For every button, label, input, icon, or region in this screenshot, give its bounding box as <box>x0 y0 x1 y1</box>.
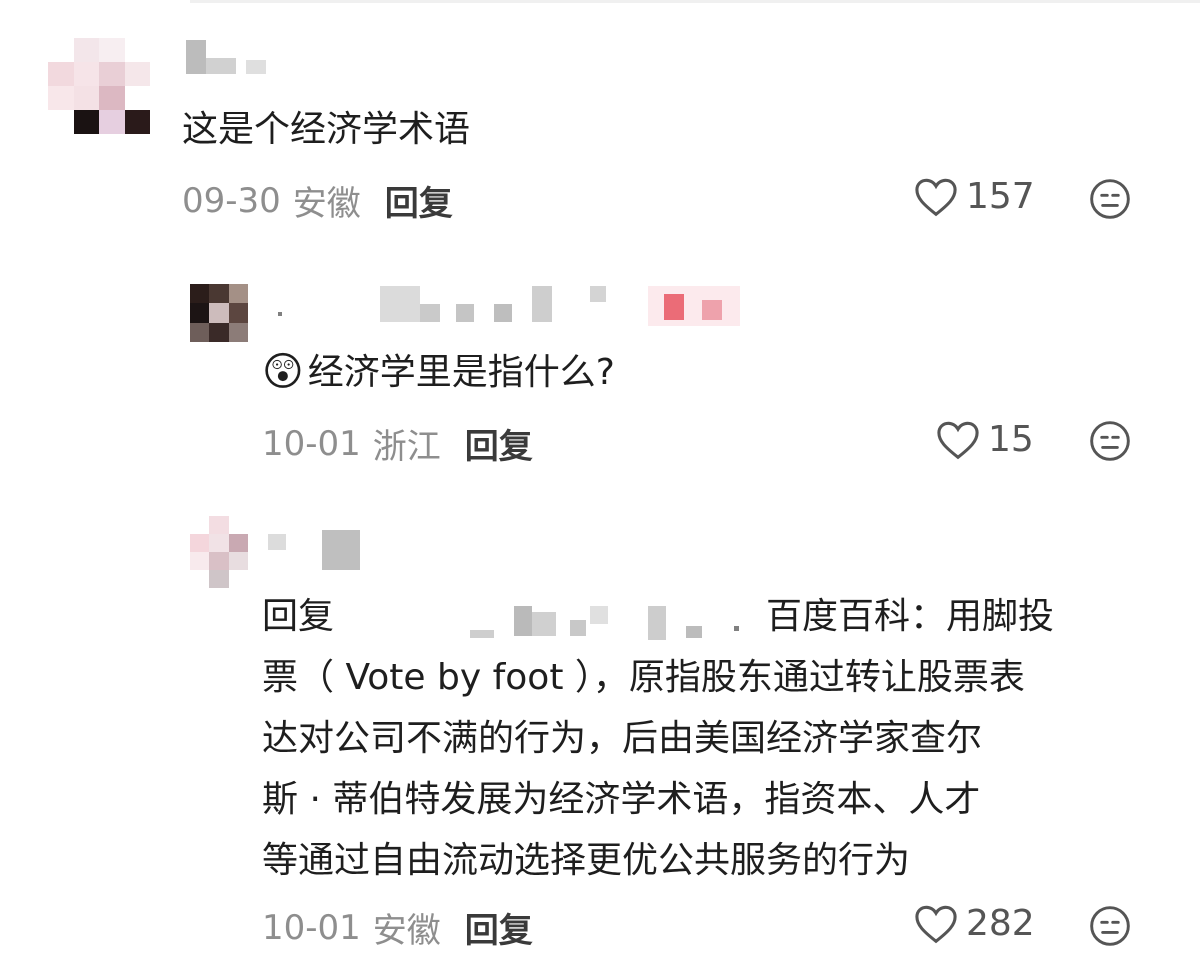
comment-text: 这是个经济学术语 <box>182 109 471 150</box>
comment-location: 浙江 <box>372 427 441 467</box>
quote-head: 百度百科：用脚投 <box>766 596 1055 637</box>
astonished-face-icon: 😲 <box>262 349 304 395</box>
top-divider <box>190 0 1200 3</box>
dislike-button[interactable] <box>1088 177 1132 225</box>
reply-prefix: 回复 <box>262 596 335 637</box>
avatar[interactable] <box>48 38 150 134</box>
comment-line: 斯 · 蒂伯特发展为经济学术语，指资本、人才 <box>262 779 981 820</box>
reply-button[interactable]: 回复 <box>465 419 533 468</box>
avatar[interactable] <box>190 516 248 588</box>
heart-outline-icon <box>915 178 957 216</box>
comment-meta: 09-30 安徽 回复 <box>182 176 453 225</box>
avatar[interactable] <box>190 284 248 342</box>
comment-date: 09-30 <box>182 180 281 221</box>
neutral-face-icon <box>1090 421 1130 461</box>
like-button[interactable]: 157 <box>914 176 1035 217</box>
comment-text: 经济学里是指什么? <box>307 352 615 393</box>
comment-meta: 10-01 浙江 回复 <box>262 419 533 468</box>
like-count: 157 <box>966 176 1035 217</box>
reply-button[interactable]: 回复 <box>385 176 453 225</box>
heart-outline-icon <box>937 421 979 459</box>
comment-text-body: 票（ Vote by foot ），原指股东通过转让股票表 达对公司不满的行为，… <box>262 647 1025 891</box>
like-button[interactable]: 282 <box>914 903 1035 944</box>
like-button[interactable]: 15 <box>936 419 1034 460</box>
reply-button[interactable]: 回复 <box>465 903 533 952</box>
comment-location: 安徽 <box>292 184 361 224</box>
dislike-button[interactable] <box>1088 419 1132 467</box>
comment-location: 安徽 <box>372 911 441 951</box>
comment-date: 10-01 <box>262 907 361 948</box>
heart-outline-icon <box>915 905 957 943</box>
comment-line: 达对公司不满的行为，后由美国经济学家查尔 <box>262 718 983 759</box>
neutral-face-icon <box>1090 179 1130 219</box>
comment-line: 票（ Vote by foot ），原指股东通过转让股票表 <box>262 657 1025 698</box>
comment-text-row: 😲 经济学里是指什么? <box>262 342 615 403</box>
like-count: 282 <box>966 903 1035 944</box>
like-count: 15 <box>988 419 1034 460</box>
comment-meta: 10-01 安徽 回复 <box>262 903 533 952</box>
dislike-button[interactable] <box>1088 904 1132 952</box>
comment-line: 等通过自由流动选择更优公共服务的行为 <box>262 840 911 881</box>
comment-date: 10-01 <box>262 423 361 464</box>
neutral-face-icon <box>1090 906 1130 946</box>
